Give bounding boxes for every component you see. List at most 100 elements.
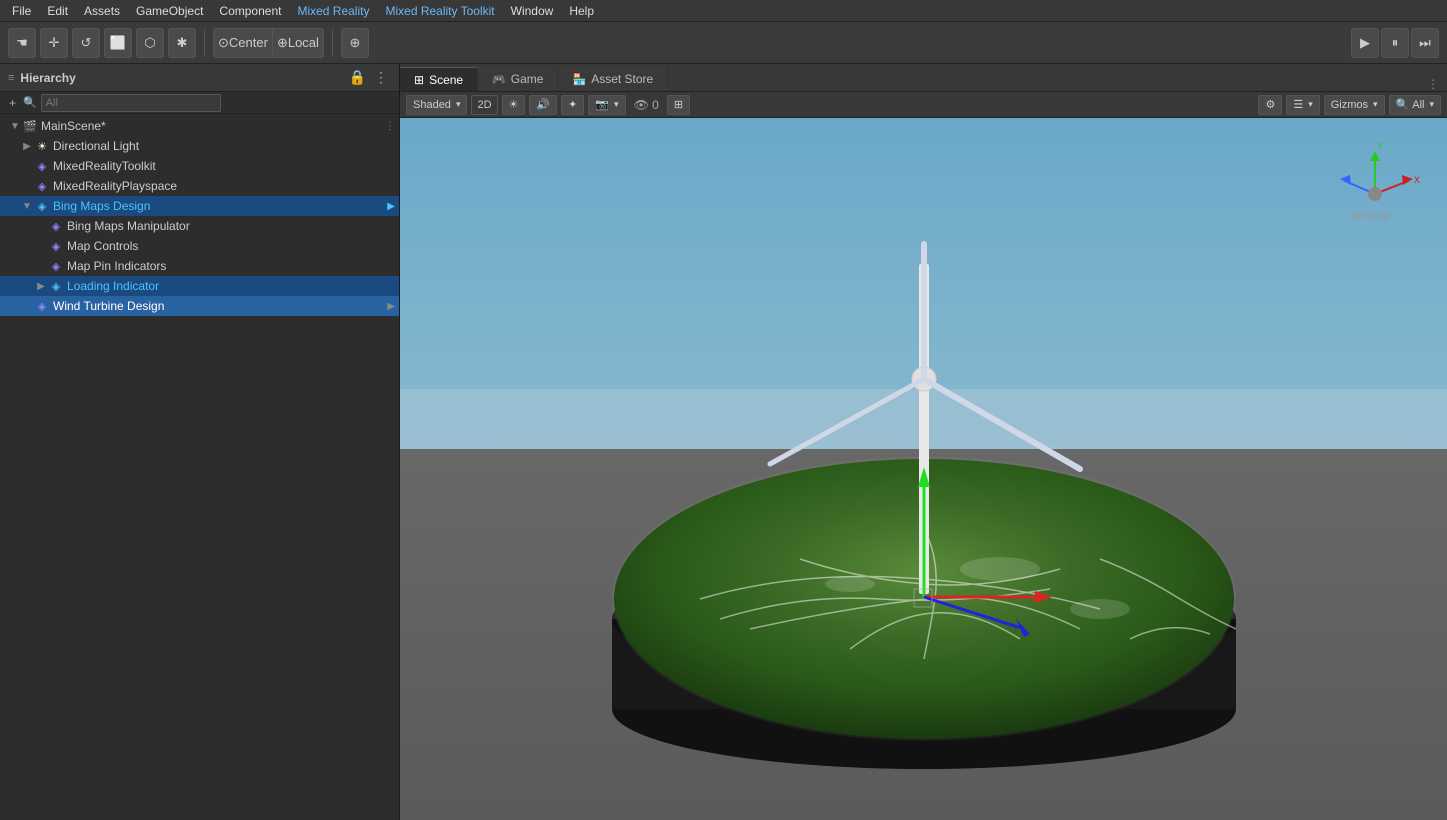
shading-dropdown[interactable]: Shaded <box>406 95 467 115</box>
scene-camera-btn[interactable]: 📷 <box>588 95 625 115</box>
bingmaps-icon: ◈ <box>34 198 50 214</box>
hierarchy-add-btn[interactable]: + <box>6 96 19 110</box>
manipulator-icon: ◈ <box>48 218 64 234</box>
layers-icon: ☰ <box>1293 98 1303 111</box>
tree-item-directional-light[interactable]: ▶ ☀ Directional Light <box>0 136 399 156</box>
hierarchy-title: Hierarchy <box>20 71 75 85</box>
manipulator-label: Bing Maps Manipulator <box>67 219 190 233</box>
menu-bar: File Edit Assets GameObject Component Mi… <box>0 0 1447 22</box>
scene-tools-right: ⚙ ☰ Gizmos 🔍 All <box>1258 95 1441 115</box>
menu-mixed-reality-toolkit[interactable]: Mixed Reality Toolkit <box>379 2 500 20</box>
mappin-label: Map Pin Indicators <box>67 259 166 273</box>
hierarchy-lock-btn[interactable]: 🔒 <box>346 69 369 86</box>
menu-help[interactable]: Help <box>563 2 600 20</box>
pivot-btn[interactable]: ⊙ Center <box>213 28 272 58</box>
tree-item-bing-maps[interactable]: ▼ ◈ Bing Maps Design ▶ <box>0 196 399 216</box>
menu-gameobject[interactable]: GameObject <box>130 2 209 20</box>
tree-item-mainscene[interactable]: ▼ 🎬 MainScene* ⋮ <box>0 116 399 136</box>
svg-text:Y: Y <box>1377 141 1383 151</box>
hierarchy-search-input[interactable] <box>41 94 221 112</box>
tree-item-bingmaps-manipulator[interactable]: ◈ Bing Maps Manipulator <box>0 216 399 236</box>
mainscene-label: MainScene* <box>41 119 106 133</box>
loading-label: Loading Indicator <box>67 279 159 293</box>
menu-edit[interactable]: Edit <box>41 2 74 20</box>
settings-btn[interactable]: ⚙ <box>1258 95 1282 115</box>
grid-icon: ⊞ <box>674 98 683 111</box>
hierarchy-search-bar: + 🔍 <box>0 92 399 114</box>
rect-tool-btn[interactable]: ⬜ <box>104 28 132 58</box>
rotate-tool-btn[interactable]: ↺ <box>72 28 100 58</box>
main-content: ≡ Hierarchy 🔒 ⋮ + 🔍 ▼ 🎬 MainScene* ⋮ ▶ <box>0 64 1447 820</box>
expand-mrtk-icon[interactable] <box>20 159 34 173</box>
step-btn[interactable]: ⏭ <box>1411 28 1439 58</box>
tree-item-map-pin[interactable]: ◈ Map Pin Indicators <box>0 256 399 276</box>
eye-icon: 👁 <box>634 98 649 112</box>
turbine-label: Wind Turbine Design <box>53 299 164 313</box>
scene-layers-btn[interactable]: ☰ <box>1286 95 1319 115</box>
move-tool-btn[interactable]: ✛ <box>40 28 68 58</box>
mrtk-label: MixedRealityToolkit <box>53 159 156 173</box>
tab-game[interactable]: 🎮 Game <box>478 67 558 91</box>
scene-grid-btn[interactable]: ⊞ <box>667 95 690 115</box>
loading-icon: ◈ <box>48 278 64 294</box>
custom-tool-btn[interactable]: ✱ <box>168 28 196 58</box>
expand-loading-icon[interactable]: ▶ <box>34 279 48 293</box>
2d-toggle-btn[interactable]: 2D <box>471 95 497 115</box>
search-icon: 🔍 <box>1396 98 1410 111</box>
scene-audio-btn[interactable]: 🔊 <box>529 95 557 115</box>
shading-label: Shaded <box>413 99 451 111</box>
pivot-label: Center <box>229 35 268 50</box>
tree-item-wind-turbine[interactable]: ◈ Wind Turbine Design ▶ <box>0 296 399 316</box>
menu-mixed-reality[interactable]: Mixed Reality <box>291 2 375 20</box>
scene-toolbar: Shaded 2D ☀ 🔊 ✦ 📷 👁 0 ⊞ <box>400 92 1447 118</box>
tree-item-mrtk[interactable]: ◈ MixedRealityToolkit <box>0 156 399 176</box>
toolbar-separator-1 <box>204 29 205 57</box>
turbine-icon: ◈ <box>34 298 50 314</box>
hierarchy-more-btn[interactable]: ⋮ <box>371 69 391 86</box>
scene-fx-btn[interactable]: ✦ <box>561 95 584 115</box>
tab-asset-store[interactable]: 🏪 Asset Store <box>558 67 668 91</box>
tab-scene[interactable]: ⊞ Scene <box>400 67 478 91</box>
space-btn[interactable]: ⊕ Local <box>272 28 324 58</box>
tree-item-loading-indicator[interactable]: ▶ ◈ Loading Indicator <box>0 276 399 296</box>
layer-count-label: 0 <box>652 98 659 112</box>
light-on-icon: ☀ <box>509 98 519 111</box>
tree-item-map-controls[interactable]: ◈ Map Controls <box>0 236 399 256</box>
expand-manipulator-icon[interactable] <box>34 219 48 233</box>
directional-light-label: Directional Light <box>53 139 139 153</box>
extra-tool-btn[interactable]: ⊕ <box>341 28 369 58</box>
tree-item-mrplayspace[interactable]: ◈ MixedRealityPlayspace <box>0 176 399 196</box>
expand-bingmaps-icon[interactable]: ▼ <box>20 199 34 213</box>
mapcontrols-icon: ◈ <box>48 238 64 254</box>
mappin-icon: ◈ <box>48 258 64 274</box>
mapcontrols-label: Map Controls <box>67 239 138 253</box>
expand-turbine-icon[interactable] <box>20 299 34 313</box>
hand-tool-btn[interactable]: ☚ <box>8 28 36 58</box>
play-btn[interactable]: ▶ <box>1351 28 1379 58</box>
space-icon: ⊕ <box>277 35 288 51</box>
scene-light-btn[interactable]: ☀ <box>502 95 526 115</box>
menu-assets[interactable]: Assets <box>78 2 126 20</box>
turbine-arrow-icon: ▶ <box>387 301 395 312</box>
mainscene-more-icon[interactable]: ⋮ <box>385 121 395 132</box>
transform-tool-btn[interactable]: ⬡ <box>136 28 164 58</box>
menu-file[interactable]: File <box>6 2 37 20</box>
pause-btn[interactable]: ⏸ <box>1381 28 1409 58</box>
menu-window[interactable]: Window <box>505 2 560 20</box>
scene-tab-icon: ⊞ <box>414 73 424 87</box>
layer-counter: 👁 0 <box>630 98 663 112</box>
search-layers-btn[interactable]: 🔍 All <box>1389 95 1441 115</box>
gizmos-btn[interactable]: Gizmos <box>1324 95 1385 115</box>
gizmos-label: Gizmos <box>1331 99 1368 111</box>
expand-mainscene-icon[interactable]: ▼ <box>8 119 22 133</box>
expand-mappin-icon[interactable] <box>34 259 48 273</box>
expand-playspace-icon[interactable] <box>20 179 34 193</box>
pivot-icon: ⊙ <box>218 35 229 51</box>
toolbar-separator-2 <box>332 29 333 57</box>
expand-mapcontrols-icon[interactable] <box>34 239 48 253</box>
menu-component[interactable]: Component <box>213 2 287 20</box>
scene-tabs-more-btn[interactable]: ⋮ <box>1419 77 1447 91</box>
scene-view[interactable]: Y X ◄Persp <box>400 118 1447 820</box>
expand-directional-icon[interactable]: ▶ <box>20 139 34 153</box>
scene-canvas: Y X ◄Persp <box>400 118 1447 820</box>
